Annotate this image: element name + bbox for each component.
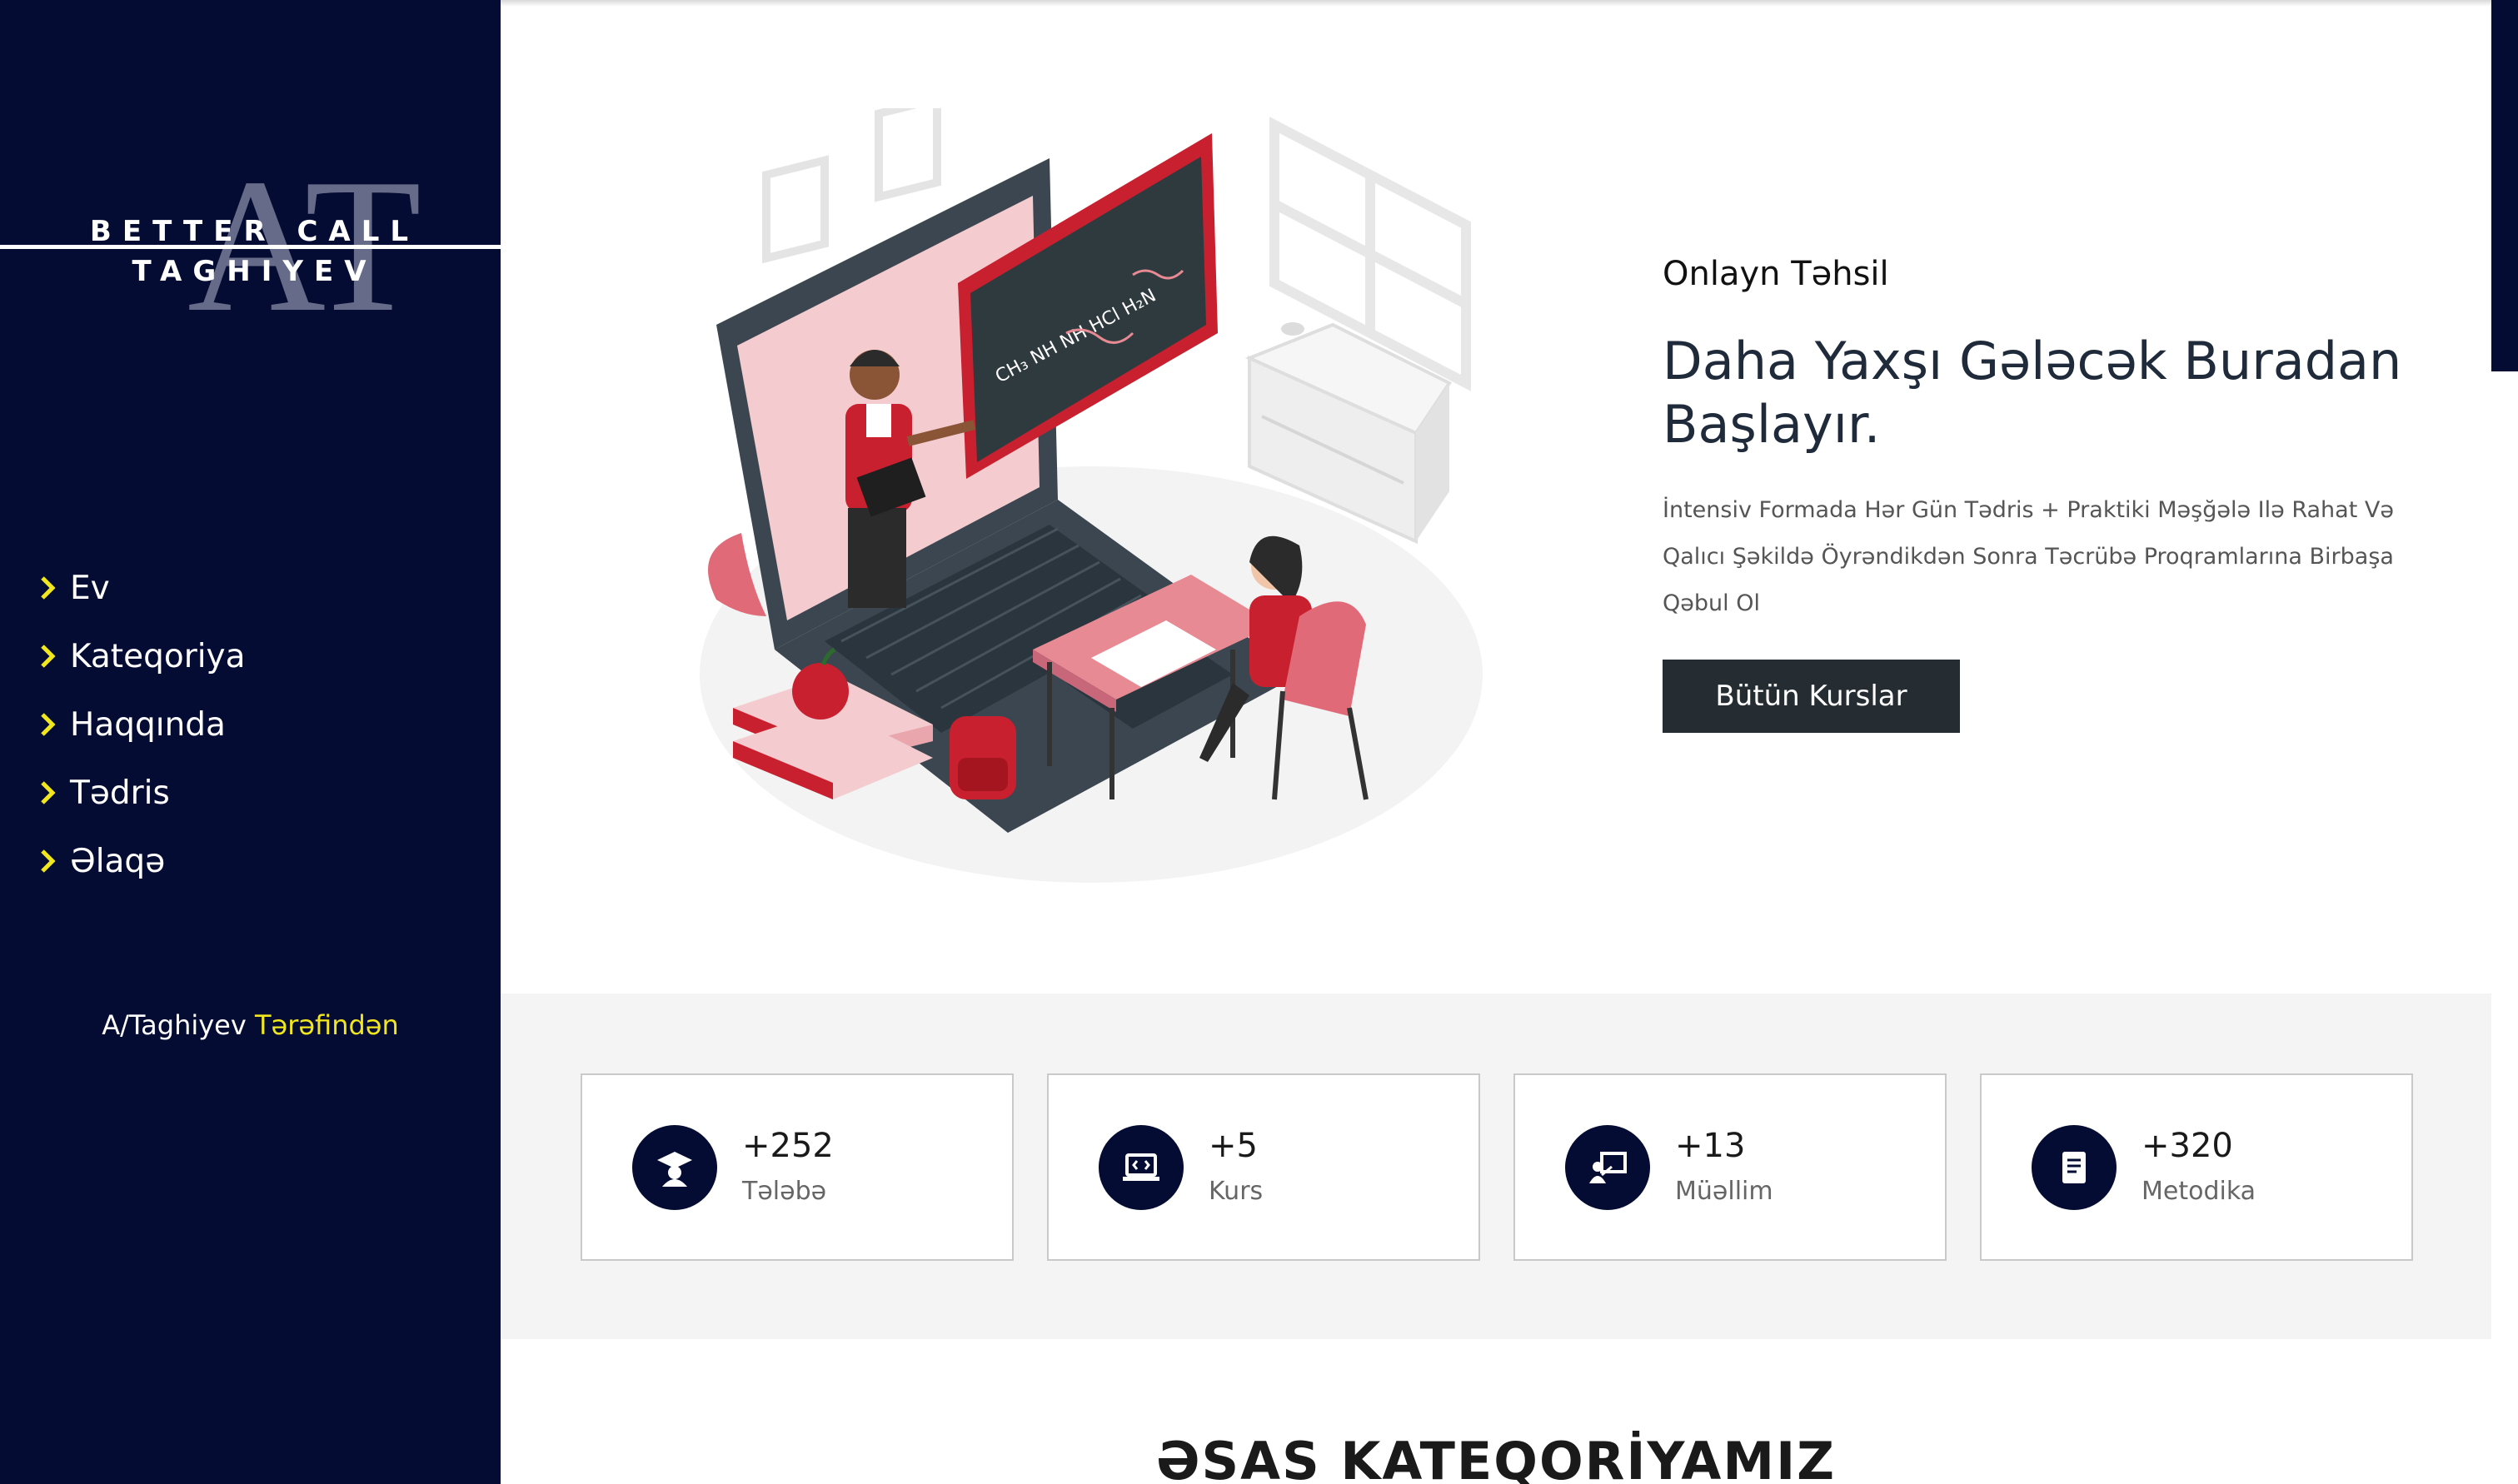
stat-value: +252 [742, 1127, 834, 1165]
chevron-right-icon [41, 849, 56, 873]
book-icon [2032, 1125, 2117, 1210]
hero-subtitle: İntensiv Formada Hər Gün Tədris + Prakti… [1663, 497, 2394, 616]
stat-value: +13 [1675, 1127, 1746, 1165]
stat-value: +320 [2142, 1127, 2233, 1165]
logo-text-line2: TAGHIYEV [132, 255, 377, 288]
stat-label: Kurs [1209, 1177, 1264, 1206]
hero-eyebrow: Onlayn Təhsil [1663, 255, 1889, 293]
logo-text-line1: BETTER CALL [89, 215, 420, 248]
stat-card-methods: +320 Metodika [1980, 1073, 2413, 1261]
all-courses-button[interactable]: Bütün Kurslar [1663, 660, 1960, 733]
sidebar-item-tedris[interactable]: Tədris [33, 759, 246, 827]
stat-label: Metodika [2142, 1177, 2256, 1206]
chevron-right-icon [41, 576, 56, 600]
credit-suffix[interactable]: Tərəfindən [255, 1009, 399, 1041]
sidebar-item-kateqoriya[interactable]: Kateqoriya [33, 622, 246, 690]
stat-card-teachers: +13 Müəllim [1513, 1073, 1947, 1261]
teacher-board-icon [1565, 1125, 1650, 1210]
stat-card-students: +252 Tələbə [581, 1073, 1014, 1261]
chevron-right-icon [41, 645, 56, 668]
sidebar-item-haqqinda[interactable]: Haqqında [33, 690, 246, 759]
chevron-right-icon [41, 713, 56, 736]
sidebar-item-label: Tədris [70, 774, 170, 812]
graduate-icon [632, 1125, 717, 1210]
stat-label: Müəllim [1675, 1177, 1773, 1206]
header-shadow [501, 0, 2491, 7]
hero-headline: Daha Yaxşı Gələcək Buradan Başlayır. [1663, 331, 2402, 455]
scrollbar-thumb[interactable] [2491, 0, 2518, 371]
sidebar-item-elaqe[interactable]: Əlaqə [33, 827, 246, 895]
section-title-categories: ƏSAS KATEQORİYAMIZ [1155, 1431, 1837, 1484]
stat-label: Tələbə [742, 1177, 827, 1206]
laptop-code-icon [1099, 1125, 1184, 1210]
credit-author: A/Taghiyev [102, 1009, 247, 1041]
stat-card-courses: +5 Kurs [1047, 1073, 1480, 1261]
author-credit: A/Taghiyev Tərəfindən [0, 1009, 501, 1041]
sidebar-item-ev[interactable]: Ev [33, 554, 246, 622]
sidebar-item-label: Əlaqə [70, 842, 166, 880]
online-education-illustration: CH₃ NH NH HCl H₂N [700, 108, 1483, 883]
site-logo[interactable]: AT BETTER CALL TAGHIYEV [0, 150, 501, 341]
sidebar-item-label: Ev [70, 569, 110, 607]
sidebar: AT BETTER CALL TAGHIYEV Ev Kateqoriya Ha… [0, 0, 501, 1484]
sidebar-item-label: Haqqında [70, 705, 226, 744]
backpack [950, 716, 1016, 799]
sidebar-nav: Ev Kateqoriya Haqqında Tədris Əlaqə [33, 554, 246, 895]
chevron-right-icon [41, 781, 56, 804]
stats-band: +252 Tələbə +5 Kurs +13 Müəllim +320 Met… [501, 993, 2491, 1339]
stat-value: +5 [1209, 1127, 1258, 1165]
sidebar-item-label: Kateqoriya [70, 637, 246, 675]
